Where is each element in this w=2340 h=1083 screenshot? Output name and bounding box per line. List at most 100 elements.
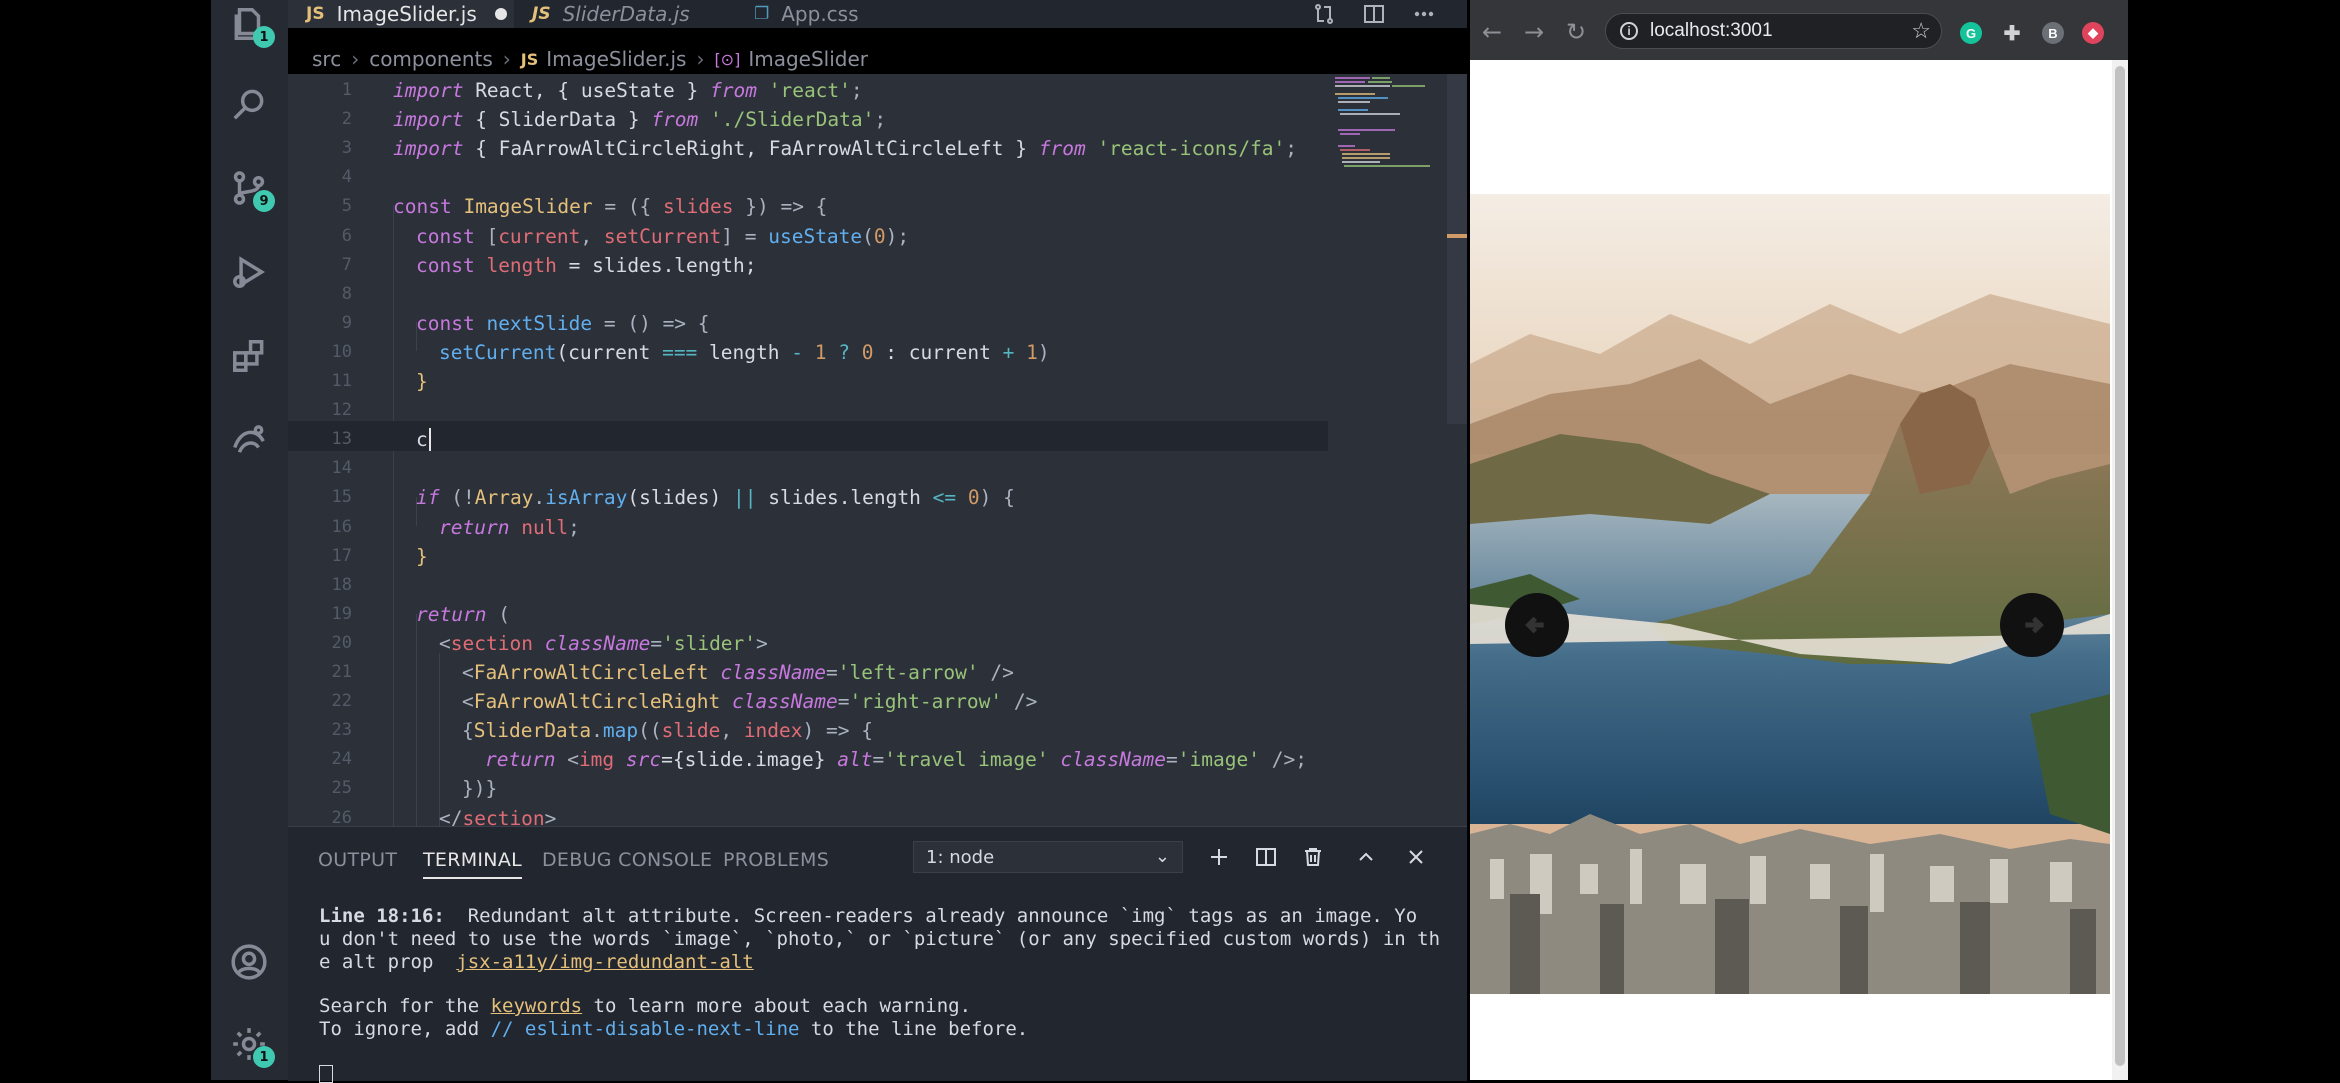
line-number: 2 xyxy=(341,109,352,130)
code-line[interactable]: 1 import React, { useState } from 'react'… xyxy=(288,76,1328,105)
code-line[interactable]: 13 c xyxy=(288,425,1328,454)
code-line[interactable]: 19 return ( xyxy=(288,600,1328,629)
explorer-icon[interactable]: 1 xyxy=(229,4,275,48)
code-text: import { SliderData } from './SliderData… xyxy=(393,108,887,132)
terminal-line: e alt prop jsx-a11y/img-redundant-alt xyxy=(319,951,754,973)
code-line[interactable]: 22 <FaArrowAltCircleRight className='righ… xyxy=(288,687,1328,716)
code-line[interactable]: 10 setCurrent(current === length - 1 ? 0 … xyxy=(288,338,1328,367)
tab-terminal[interactable]: TERMINAL xyxy=(423,849,523,879)
code-line[interactable]: 5 const ImageSlider = ({ slides }) => { xyxy=(288,192,1328,221)
unsaved-dot-icon[interactable] xyxy=(494,8,507,20)
code-line[interactable]: 21 <FaArrowAltCircleLeft className='left-… xyxy=(288,658,1328,687)
tab-debug-console[interactable]: DEBUG CONSOLE xyxy=(542,849,712,871)
breadcrumb-symbol[interactable]: ImageSlider xyxy=(748,47,868,71)
keywords-link[interactable]: keywords xyxy=(491,995,583,1017)
tab-problems[interactable]: PROBLEMS xyxy=(723,849,829,871)
code-line[interactable]: 23 {SliderData.map((slide, index) => { xyxy=(288,716,1328,745)
grammarly-icon[interactable]: G xyxy=(1960,22,1982,44)
editor-tab-bar: JS ImageSlider.js JS SliderData.js ❐ App… xyxy=(288,0,1467,28)
tab-label: ImageSlider.js xyxy=(336,2,477,26)
slider-image xyxy=(1470,194,2110,994)
symbol-icon: [⊙] xyxy=(714,49,741,69)
new-terminal-icon[interactable] xyxy=(1207,845,1233,871)
tab-sliderdata[interactable]: JS SliderData.js xyxy=(532,0,690,28)
minimap[interactable] xyxy=(1330,74,1440,174)
run-debug-icon[interactable] xyxy=(229,252,269,292)
code-text: return ( xyxy=(416,602,510,626)
code-line[interactable]: 6 const [current, setCurrent] = useState(… xyxy=(288,222,1328,251)
code-text: <section className='slider'> xyxy=(439,631,768,655)
left-arrow-button[interactable] xyxy=(1505,593,1569,657)
editor-scrollbar[interactable] xyxy=(1447,74,1467,424)
bookmark-star-icon[interactable]: ☆ xyxy=(1911,18,1931,44)
remote-explorer-icon[interactable] xyxy=(229,418,269,458)
settings-gear-icon[interactable]: 1 xyxy=(229,1024,275,1068)
code-text: import React, { useState } from 'react'; xyxy=(393,79,863,102)
breadcrumb-file[interactable]: ImageSlider.js xyxy=(546,47,686,71)
code-line[interactable]: 25})} xyxy=(288,774,1328,803)
compare-changes-icon[interactable] xyxy=(1312,2,1338,26)
code-text: c xyxy=(416,425,431,454)
code-line[interactable]: 9 const nextSlide = () => { xyxy=(288,309,1328,338)
code-line[interactable]: 14 xyxy=(288,454,1328,483)
split-terminal-icon[interactable] xyxy=(1254,845,1280,871)
terminal-select[interactable]: 1: node ⌄ xyxy=(913,841,1183,873)
profile-avatar[interactable]: B xyxy=(2042,22,2064,44)
code-line[interactable]: 17} xyxy=(288,542,1328,571)
browser-scrollbar-thumb[interactable] xyxy=(2115,66,2125,1066)
breadcrumb-src[interactable]: src xyxy=(312,47,341,71)
reload-icon[interactable]: ↻ xyxy=(1566,18,1586,46)
code-line[interactable]: 12 xyxy=(288,396,1328,425)
js-file-icon: JS xyxy=(532,4,551,24)
tab-output[interactable]: OUTPUT xyxy=(318,849,397,871)
code-line[interactable]: 16 return null; xyxy=(288,513,1328,542)
right-arrow-button[interactable] xyxy=(2000,593,2064,657)
code-line[interactable]: 8 xyxy=(288,280,1328,309)
line-number: 25 xyxy=(331,778,352,799)
code-line[interactable]: 20 <section className='slider'> xyxy=(288,629,1328,658)
trash-icon[interactable] xyxy=(1301,845,1327,871)
tab-appcss[interactable]: ❐ App.css xyxy=(754,0,859,28)
search-icon[interactable] xyxy=(229,84,269,124)
address-bar[interactable]: i localhost:3001 ☆ xyxy=(1605,13,1942,49)
code-text: const [current, setCurrent] = useState(0… xyxy=(416,224,910,248)
forward-icon[interactable]: → xyxy=(1524,18,1544,46)
code-lines[interactable]: 1 import React, { useState } from 'react'… xyxy=(288,74,1328,830)
tab-label: SliderData.js xyxy=(562,2,690,26)
source-control-icon[interactable]: 9 xyxy=(229,168,275,212)
maximize-panel-icon[interactable] xyxy=(1354,845,1380,871)
line-number: 16 xyxy=(331,516,352,537)
more-actions-icon[interactable] xyxy=(1412,2,1438,26)
account-icon[interactable] xyxy=(229,942,269,982)
close-panel-icon[interactable] xyxy=(1404,845,1430,871)
code-line[interactable]: 11} xyxy=(288,367,1328,396)
extensions-icon[interactable] xyxy=(229,336,269,376)
scrollbar-marker xyxy=(1447,234,1467,238)
info-icon[interactable]: i xyxy=(1620,22,1638,40)
breadcrumb-components[interactable]: components xyxy=(369,47,493,71)
rule-link[interactable]: jsx-a11y/img-redundant-alt xyxy=(456,951,753,973)
extension-icon[interactable]: ◆ xyxy=(2082,22,2104,44)
line-number: 14 xyxy=(331,458,352,479)
code-text: })} xyxy=(462,777,498,801)
terminal-line: u don't need to use the words `image`, `… xyxy=(319,928,1441,950)
code-text: const length = slides.length; xyxy=(416,253,757,277)
split-editor-icon[interactable] xyxy=(1362,2,1388,26)
extensions-puzzle-icon[interactable]: ✚ xyxy=(2001,22,2023,45)
code-line[interactable]: 24 return <img src={slide.image} alt='tra… xyxy=(288,745,1328,774)
code-text: const ImageSlider = ({ slides }) => { xyxy=(393,195,828,219)
tab-label: App.css xyxy=(781,2,859,26)
code-line[interactable]: 7 const length = slides.length; xyxy=(288,251,1328,280)
back-icon[interactable]: ← xyxy=(1482,18,1502,46)
line-number: 19 xyxy=(331,603,352,624)
code-line[interactable]: 2 import { SliderData } from './SliderDat… xyxy=(288,105,1328,134)
code-line[interactable]: 3 import { FaArrowAltCircleRight, FaArrow… xyxy=(288,134,1328,163)
code-line[interactable]: 4 xyxy=(288,163,1328,192)
settings-badge: 1 xyxy=(253,1046,275,1068)
line-number: 6 xyxy=(341,225,352,246)
code-line[interactable]: 18 xyxy=(288,571,1328,600)
code-line[interactable]: 15 if (!Array.isArray(slides) || slides.l… xyxy=(288,483,1328,512)
css-file-icon: ❐ xyxy=(754,4,770,24)
code-text: return <img src={slide.image} alt='trave… xyxy=(485,748,1307,772)
tab-imageslider[interactable]: JS ImageSlider.js xyxy=(288,0,514,28)
